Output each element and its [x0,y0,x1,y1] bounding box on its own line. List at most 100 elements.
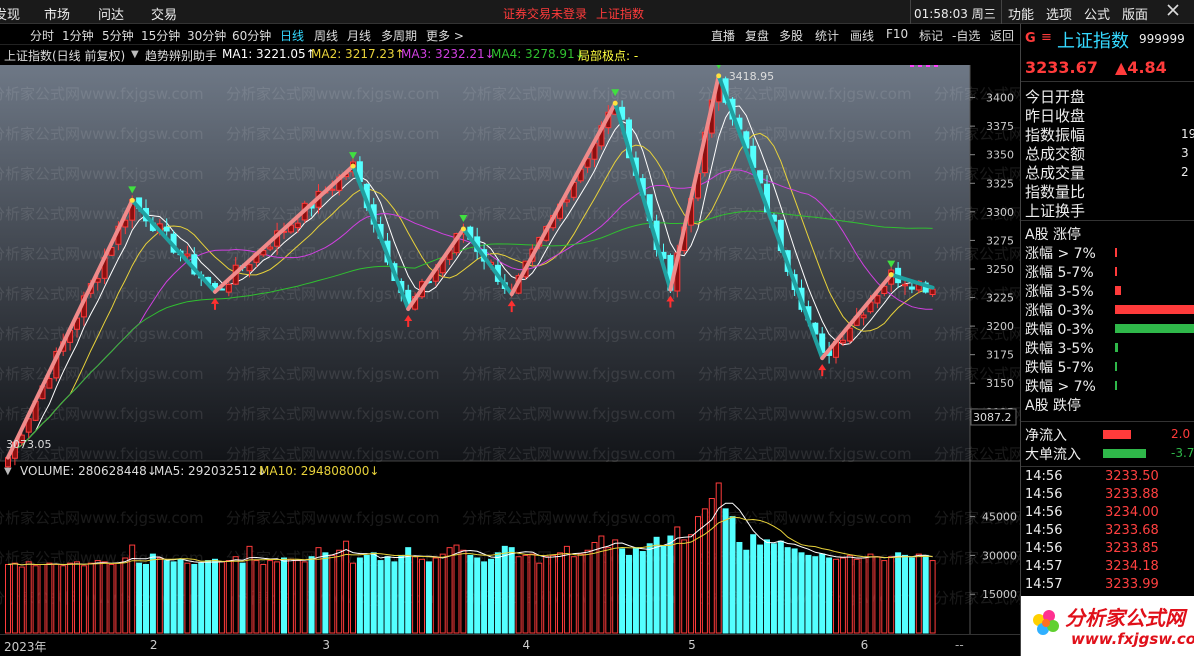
tick-time: 14:56 [1025,541,1063,556]
tick-time: 14:56 [1025,505,1063,520]
volume-bar [432,557,439,634]
period-tab[interactable]: 60分钟 [232,27,271,44]
tool-live[interactable]: 直播 [711,27,735,44]
volume-bar [446,547,453,634]
peak-dot [888,272,894,278]
watermark-text: 分析家公式网www.fxjgsw.com [226,365,440,383]
peak-dot [460,226,466,232]
volume-bar [274,561,281,634]
local-extreme: 局部极点: - [578,49,639,63]
period-tab[interactable]: 多周期 [381,27,417,44]
period-tab[interactable]: 15分钟 [141,27,180,44]
tool-f10[interactable]: F10 [886,27,908,41]
tick-time: 14:57 [1025,577,1063,592]
breadth-bar [1115,381,1117,390]
volume-bar [750,534,757,634]
menu-discover[interactable]: 发现 [0,4,20,23]
stat-value: 3 [1181,146,1189,160]
tick-row: 14:56 3233.68 [1021,523,1194,541]
close-icon[interactable] [1166,3,1180,17]
stat-label: 总成交额 [1025,145,1086,163]
watermark-text: 分析家公式网www.fxjgsw.com [934,445,1020,463]
period-tab[interactable]: 1分钟 [62,27,94,44]
panel-divider [1021,421,1194,422]
period-tab[interactable]: 分时 [30,27,54,44]
volume-bar [639,551,646,634]
stat-label: 昨日收盘 [1025,107,1086,125]
formula-name[interactable]: 趋势辨别助手 [145,47,217,64]
period-tab[interactable]: 月线 [347,27,371,44]
flow-value: -3.7 [1171,446,1194,460]
tool-stats[interactable]: 统计 [815,27,839,44]
tool-mark[interactable]: 标记 [919,27,943,44]
volume-bar [439,553,446,634]
tick-row: 14:56 3234.00 [1021,505,1194,523]
volume-bar [612,539,619,634]
period-tab[interactable]: 30分钟 [187,27,226,44]
volume-bar [736,541,743,634]
tool-watchlist[interactable]: -自选 [952,27,980,44]
menu-formula[interactable]: 公式 [1084,4,1110,23]
formula-menu-icon[interactable]: ▼ [131,49,139,60]
tool-back[interactable]: 返回 [990,27,1014,44]
peak-dot [350,163,356,169]
watermark-text: 分析家公式网www.fxjgsw.com [0,285,204,303]
menu-ask[interactable]: 问达 [98,4,124,23]
watermark-text: 分析家公式网www.fxjgsw.com [0,85,204,103]
breadth-label: 涨幅 > 7% [1025,246,1096,262]
menu-function[interactable]: 功能 [1008,4,1034,23]
menu-options[interactable]: 选项 [1046,4,1072,23]
volume-bar [791,548,798,634]
volume-bar [867,553,874,634]
volume-bar [412,556,419,634]
candle-body [246,264,253,272]
watermark-text: 分析家公式网www.fxjgsw.com [462,125,676,143]
volume-bar [536,562,543,634]
period-tab-active[interactable]: 日线 [280,27,304,44]
tick-row: 14:57 3233.99 [1021,577,1194,595]
menu-icon[interactable]: ≡ [1041,30,1052,45]
scroll-handle[interactable]: -- [955,638,964,652]
volume-bar [32,565,39,634]
tick-list: 14:56 3233.50 14:56 3233.88 14:56 3234.00 14:5… [1021,466,1194,596]
ma3-value: MA3: 3232.21↓ [401,47,495,61]
ma2-value: MA2: 3217.23↑ [311,47,405,61]
volume-bar [87,562,94,634]
volume-menu-icon[interactable]: ▼ [4,466,12,477]
volume-bar [777,540,784,634]
menu-market[interactable]: 市场 [44,4,70,23]
price-tick-label: 3275 [986,234,1014,247]
tick-time: 14:56 [1025,523,1063,538]
period-toolbar: 分时 1分钟 5分钟 15分钟 30分钟 60分钟 日线 周线 月线 多周期 更… [0,24,1020,45]
price-tick-label: 3175 [986,349,1014,362]
period-tab-more[interactable]: 更多 > [426,27,464,44]
watermark-text: 分析家公式网www.fxjgsw.com [0,365,204,383]
flow-label: 净流入 [1025,428,1067,444]
volume-ma10: MA10: 294808000↓ [259,464,380,478]
volume-bar [143,563,149,634]
period-tab[interactable]: 5分钟 [102,27,134,44]
menu-trade[interactable]: 交易 [151,4,177,23]
menu-layout[interactable]: 版面 [1122,4,1148,23]
volume-bar [881,560,888,634]
stock-name: 上证指数 [1057,31,1129,52]
volume-bar [384,556,391,634]
kline-chart[interactable]: 分析家公式网www.fxjgsw.com 分析家公式网www.fxjgsw.com… [0,65,1020,635]
tool-draw[interactable]: 画线 [850,27,874,44]
price-tick-label: 3200 [986,320,1014,333]
peak-dot [129,197,135,203]
tick-price: 3233.99 [1105,577,1159,592]
volume-bar [239,562,246,634]
candle-body [267,246,274,250]
site-logo: 分析家公式网 www.fxjgsw.com [1021,596,1194,656]
candle-body [846,327,853,342]
volume-bar [895,552,902,634]
period-tab[interactable]: 周线 [314,27,338,44]
tool-multi-stock[interactable]: 多股 [779,27,803,44]
volume-bar [826,557,833,634]
volume-bar [18,566,25,634]
tool-replay[interactable]: 复盘 [745,27,769,44]
volume-bar [570,556,577,634]
volume-bar [812,556,819,634]
tick-row: 14:56 3233.88 [1021,487,1194,505]
